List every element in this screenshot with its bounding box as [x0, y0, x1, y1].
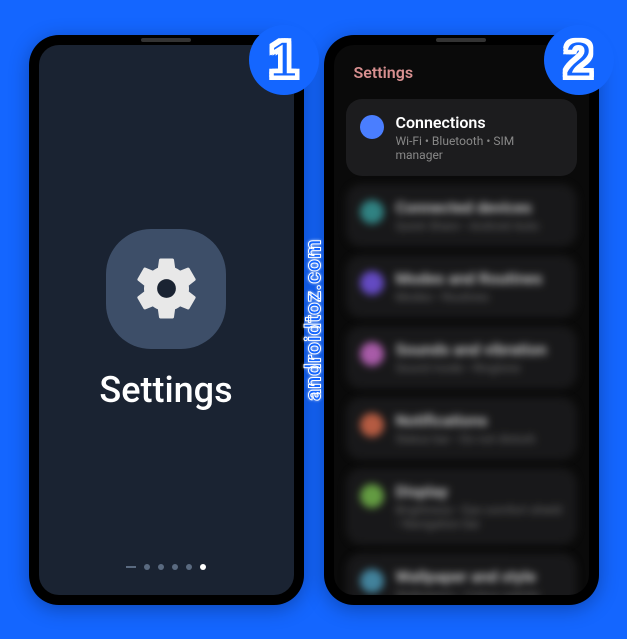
- settings-item-title: Connected devices: [396, 198, 563, 217]
- page-dot: [172, 564, 178, 570]
- settings-item-title: Sounds and vibration: [396, 340, 563, 359]
- settings-item-title: Connections: [396, 113, 563, 132]
- step-badge-2: 2: [544, 25, 614, 95]
- settings-item-title: Modes and Routines: [396, 269, 563, 288]
- settings-item-connections[interactable]: Connections Wi-Fi • Bluetooth • SIM manag…: [346, 99, 577, 176]
- settings-item-sounds-and-vibration[interactable]: Sounds and vibration Sound mode • Rington…: [346, 326, 577, 389]
- settings-item-subtitle: Brightness • Eye comfort shield • Naviga…: [396, 503, 563, 531]
- settings-icon: [106, 229, 226, 349]
- page-dot: [126, 566, 136, 568]
- page-dot: [186, 564, 192, 570]
- settings-item-icon: [360, 200, 384, 224]
- watermark-text: androidtoz.com: [301, 239, 326, 401]
- phone-frame-2: 2 Settings ConnectionsWi-Fi • Bluetooth …: [324, 35, 599, 605]
- settings-list: Connections Wi-Fi • Bluetooth • SIM manag…: [334, 94, 589, 595]
- settings-item-icon: [360, 115, 384, 139]
- settings-item-icon: [360, 569, 384, 593]
- settings-app-launcher[interactable]: Settings: [39, 45, 294, 595]
- phone-speaker: [141, 38, 191, 42]
- settings-item-icon: [360, 342, 384, 366]
- settings-item-wallpaper-and-style[interactable]: Wallpaper and style Wallpapers • Colour p…: [346, 553, 577, 595]
- page-dot-active: [200, 564, 206, 570]
- settings-item-subtitle: Quick Share • Android Auto: [396, 219, 563, 233]
- settings-item-icon: [360, 484, 384, 508]
- phone-screen-1: Settings: [39, 45, 294, 595]
- settings-item-connected-devices[interactable]: Connected devices Quick Share • Android A…: [346, 184, 577, 247]
- settings-item-title: Wallpaper and style: [396, 567, 563, 586]
- settings-item-subtitle: Wallpapers • Colour palette: [396, 588, 563, 595]
- phone-frame-1: 1 Settings: [29, 35, 304, 605]
- settings-item-subtitle: Wi-Fi • Bluetooth • SIM manager: [396, 134, 563, 162]
- settings-app-label: Settings: [99, 369, 232, 411]
- settings-item-modes-and-routines[interactable]: Modes and Routines Modes • Routines: [346, 255, 577, 318]
- settings-item-text: Sounds and vibration Sound mode • Rington…: [396, 340, 563, 375]
- settings-item-text: Modes and Routines Modes • Routines: [396, 269, 563, 304]
- settings-item-icon: [360, 413, 384, 437]
- settings-item-text: Connections Wi-Fi • Bluetooth • SIM manag…: [396, 113, 563, 162]
- page-dot: [158, 564, 164, 570]
- settings-item-subtitle: Sound mode • Ringtone: [396, 361, 563, 375]
- settings-item-title: Notifications: [396, 411, 563, 430]
- settings-item-subtitle: Status bar • Do not disturb: [396, 432, 563, 446]
- settings-item-text: Display Brightness • Eye comfort shield •…: [396, 482, 563, 531]
- phone-screen-2: Settings ConnectionsWi-Fi • Bluetooth • …: [334, 45, 589, 595]
- settings-item-text: Wallpaper and style Wallpapers • Colour p…: [396, 567, 563, 595]
- settings-item-title: Display: [396, 482, 563, 501]
- page-indicator[interactable]: [126, 564, 206, 570]
- settings-item-display[interactable]: Display Brightness • Eye comfort shield •…: [346, 468, 577, 545]
- settings-item-text: Notifications Status bar • Do not disturb: [396, 411, 563, 446]
- gear-icon: [129, 251, 204, 326]
- step-number: 1: [269, 30, 298, 90]
- settings-item-subtitle: Modes • Routines: [396, 290, 563, 304]
- page-dot: [144, 564, 150, 570]
- step-number: 2: [564, 30, 593, 90]
- step-badge-1: 1: [249, 25, 319, 95]
- settings-item-icon: [360, 271, 384, 295]
- settings-item-notifications[interactable]: Notifications Status bar • Do not disturb: [346, 397, 577, 460]
- settings-item-text: Connected devices Quick Share • Android A…: [396, 198, 563, 233]
- phone-speaker: [436, 38, 486, 42]
